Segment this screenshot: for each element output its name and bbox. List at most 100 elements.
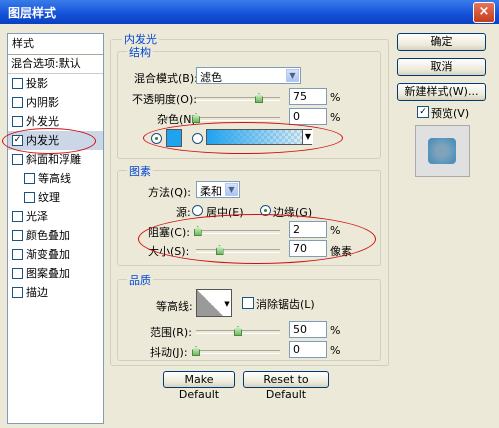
style-item[interactable]: 内阴影 <box>8 93 103 112</box>
style-item-label: 图案叠加 <box>26 267 70 280</box>
blending-options-item[interactable]: 混合选项:默认 <box>8 55 103 74</box>
style-item-checkbox[interactable]: ✓ <box>12 135 23 146</box>
style-item-checkbox[interactable] <box>12 249 23 260</box>
styles-list: 样式 混合选项:默认 投影 内阴影 外发光 ✓ 内发光 斜面和浮雕 等高线 纹理 光泽 颜色叠加渐… <box>7 33 104 424</box>
choke-input[interactable]: 2 <box>289 221 327 238</box>
size-input[interactable]: 70 <box>289 240 327 257</box>
style-item-checkbox[interactable] <box>12 154 23 165</box>
glow-color-swatch[interactable] <box>166 129 182 147</box>
style-item[interactable]: 斜面和浮雕 <box>8 150 103 169</box>
style-preview <box>415 125 470 177</box>
ok-button[interactable]: 确定 <box>397 33 486 51</box>
style-item[interactable]: 投影 <box>8 74 103 93</box>
style-item[interactable]: 图案叠加 <box>8 264 103 283</box>
solid-color-radio[interactable] <box>151 133 162 144</box>
reset-default-button[interactable]: Reset to Default <box>243 371 329 401</box>
blend-mode-label: 混合模式(B): <box>134 72 198 85</box>
style-item-checkbox[interactable] <box>12 97 23 108</box>
cancel-button[interactable]: 取消 <box>397 58 486 76</box>
opacity-label: 不透明度(O): <box>132 93 197 106</box>
style-item-checkbox[interactable] <box>12 287 23 298</box>
antialias-checkbox[interactable] <box>242 297 254 309</box>
style-item-label: 等高线 <box>38 172 71 185</box>
noise-slider[interactable] <box>192 113 280 123</box>
range-input[interactable]: 50 <box>289 321 327 338</box>
method-select[interactable]: 柔和 ▼ <box>196 181 240 198</box>
style-item-checkbox[interactable] <box>12 211 23 222</box>
close-button[interactable]: × <box>473 2 495 23</box>
gradient-picker[interactable] <box>206 129 312 145</box>
styles-header[interactable]: 样式 <box>8 34 103 55</box>
style-item-label: 渐变叠加 <box>26 248 70 261</box>
style-item[interactable]: 描边 <box>8 283 103 302</box>
size-unit: 像素 <box>330 245 352 258</box>
style-item-label: 颜色叠加 <box>26 229 70 242</box>
contour-picker[interactable] <box>196 289 224 317</box>
style-item-label: 纹理 <box>38 191 60 204</box>
range-label: 范围(R): <box>150 326 192 339</box>
style-item-checkbox[interactable] <box>12 78 23 89</box>
jitter-label: 抖动(J): <box>150 346 188 359</box>
chevron-down-icon: ▼ <box>225 183 238 196</box>
style-item-label: 斜面和浮雕 <box>26 153 81 166</box>
antialias-label[interactable]: 消除锯齿(L) <box>256 296 315 312</box>
noise-unit: % <box>330 111 341 124</box>
source-center-label[interactable]: 居中(E) <box>206 204 244 220</box>
choke-label: 阻塞(C): <box>148 226 190 239</box>
range-slider[interactable] <box>196 326 280 336</box>
style-item-checkbox[interactable] <box>12 230 23 241</box>
source-label: 源: <box>176 206 191 219</box>
noise-input[interactable]: 0 <box>289 108 327 125</box>
source-center-radio[interactable] <box>192 205 203 216</box>
style-item-label: 描边 <box>26 286 48 299</box>
preview-swatch <box>428 138 456 164</box>
style-item[interactable]: 纹理 <box>8 188 103 207</box>
style-item[interactable]: 光泽 <box>8 207 103 226</box>
preview-checkbox[interactable]: ✓ <box>417 106 429 118</box>
method-value: 柔和 <box>200 185 222 198</box>
size-label: 大小(S): <box>148 245 190 258</box>
opacity-slider[interactable] <box>196 93 280 103</box>
jitter-slider[interactable] <box>192 346 280 356</box>
style-item-label: 外发光 <box>26 115 59 128</box>
jitter-unit: % <box>330 344 341 357</box>
style-item-label: 内发光 <box>26 134 59 147</box>
new-style-button[interactable]: 新建样式(W)... <box>397 83 486 101</box>
method-label: 方法(Q): <box>148 186 191 199</box>
size-slider[interactable] <box>196 245 280 255</box>
contour-label: 等高线: <box>156 300 193 313</box>
title-bar: 图层样式 × <box>0 0 499 24</box>
style-item-checkbox[interactable] <box>24 192 35 203</box>
style-item-checkbox[interactable] <box>24 173 35 184</box>
contour-dropdown-button[interactable]: ▼ <box>223 289 232 317</box>
window-title: 图层样式 <box>8 6 57 20</box>
source-edge-radio[interactable] <box>260 205 271 216</box>
structure-title: 结构 <box>127 44 153 60</box>
style-item-checkbox[interactable] <box>12 116 23 127</box>
source-edge-label[interactable]: 边缘(G) <box>273 204 312 220</box>
style-item[interactable]: 颜色叠加 <box>8 226 103 245</box>
style-item-label: 内阴影 <box>26 96 59 109</box>
make-default-button[interactable]: Make Default <box>163 371 235 401</box>
preview-label[interactable]: 预览(V) <box>431 105 469 121</box>
blend-mode-select[interactable]: 滤色 ▼ <box>196 67 301 84</box>
jitter-input[interactable]: 0 <box>289 341 327 358</box>
choke-unit: % <box>330 224 341 237</box>
quality-title: 品质 <box>127 272 153 288</box>
range-unit: % <box>330 324 341 337</box>
opacity-unit: % <box>330 91 341 104</box>
style-item-label: 光泽 <box>26 210 48 223</box>
elements-title: 图素 <box>127 163 153 179</box>
choke-slider[interactable] <box>193 226 280 236</box>
opacity-input[interactable]: 75 <box>289 88 327 105</box>
style-item-checkbox[interactable] <box>12 268 23 279</box>
chevron-down-icon: ▼ <box>286 69 299 82</box>
style-item[interactable]: 渐变叠加 <box>8 245 103 264</box>
style-item[interactable]: ✓ 内发光 <box>8 131 103 150</box>
style-item[interactable]: 外发光 <box>8 112 103 131</box>
style-item[interactable]: 等高线 <box>8 169 103 188</box>
gradient-dropdown-button[interactable]: ▼ <box>302 130 313 144</box>
blend-mode-value: 滤色 <box>200 71 222 84</box>
gradient-radio[interactable] <box>192 133 203 144</box>
style-item-label: 投影 <box>26 77 48 90</box>
